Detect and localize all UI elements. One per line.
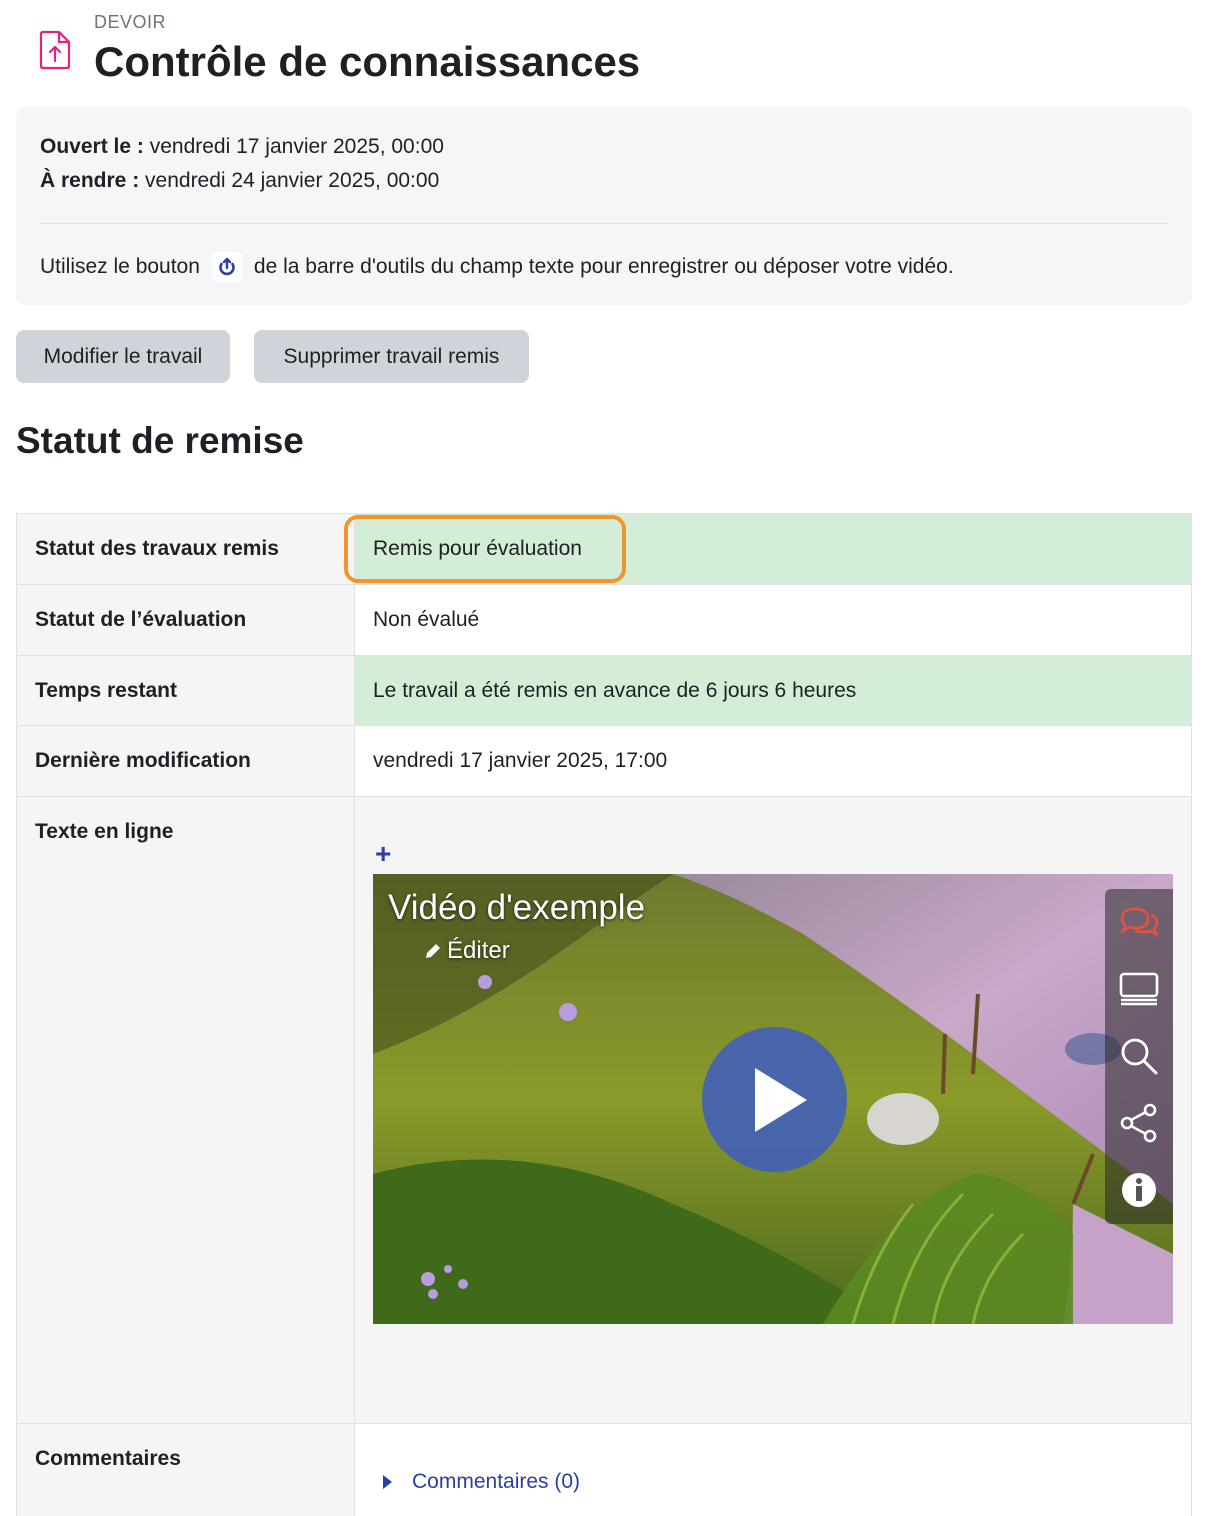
edit-submission-button[interactable]: Modifier le travail bbox=[16, 330, 230, 383]
comments-value: Commentaires (0) bbox=[354, 1423, 1192, 1516]
expand-plus-icon[interactable]: + bbox=[375, 840, 391, 868]
search-icon[interactable] bbox=[1116, 1033, 1162, 1079]
video-edit-link[interactable]: Éditer bbox=[423, 937, 510, 965]
video-player[interactable]: Vidéo d'exemple Éditer bbox=[373, 874, 1173, 1324]
comments-label: Commentaires bbox=[16, 1423, 355, 1516]
table-row: Statut de l’évaluation Non évalué bbox=[16, 584, 1192, 656]
grading-status-value: Non évalué bbox=[354, 584, 1192, 656]
video-title: Vidéo d'exemple bbox=[388, 888, 646, 927]
screen-icon[interactable] bbox=[1116, 966, 1162, 1012]
submission-status-value: Remis pour évaluation bbox=[354, 513, 1192, 585]
activity-dates-box: Ouvert le : vendredi 17 janvier 2025, 00… bbox=[16, 107, 1192, 305]
online-text-label: Texte en ligne bbox=[16, 796, 355, 1424]
play-button[interactable] bbox=[702, 1027, 847, 1172]
share-icon[interactable] bbox=[1116, 1100, 1162, 1146]
opened-date: Ouvert le : vendredi 17 janvier 2025, 00… bbox=[40, 135, 444, 158]
play-icon bbox=[754, 1067, 807, 1132]
due-date: À rendre : vendredi 24 janvier 2025, 00:… bbox=[40, 169, 440, 192]
submission-status-table: Statut des travaux remis Remis pour éval… bbox=[16, 513, 1192, 1516]
activity-type: DEVOIR bbox=[94, 12, 167, 32]
page-header: DEVOIR Contrôle de connaissances bbox=[0, 0, 1213, 100]
file-upload-icon bbox=[39, 30, 71, 70]
online-text-value: + Vidéo d'exemple Éditer bbox=[354, 796, 1192, 1424]
comments-icon[interactable] bbox=[1116, 898, 1162, 944]
divider bbox=[40, 223, 1168, 224]
comments-toggle-link[interactable]: Commentaires (0) bbox=[383, 1470, 580, 1494]
pencil-icon bbox=[426, 944, 440, 958]
table-row: Temps restant Le travail a été remis en … bbox=[16, 655, 1192, 726]
section-title: Statut de remise bbox=[16, 420, 304, 461]
table-row: Commentaires Commentaires (0) bbox=[16, 1423, 1192, 1516]
table-row: Statut des travaux remis Remis pour éval… bbox=[16, 513, 1192, 585]
time-remaining-label: Temps restant bbox=[16, 655, 355, 726]
page-title: Contrôle de connaissances bbox=[94, 38, 641, 85]
grading-status-label: Statut de l’évaluation bbox=[16, 584, 355, 656]
video-sidebar bbox=[1105, 889, 1173, 1224]
last-modified-label: Dernière modification bbox=[16, 725, 355, 797]
table-row: Texte en ligne + Vidéo d'exemple Éditer bbox=[16, 796, 1192, 1424]
instructions: Utilisez le bouton de la barre d'outils … bbox=[40, 252, 954, 282]
table-row: Dernière modification vendredi 17 janvie… bbox=[16, 725, 1192, 797]
record-upload-icon bbox=[211, 252, 242, 282]
submission-status-label: Statut des travaux remis bbox=[16, 513, 355, 585]
info-icon[interactable] bbox=[1116, 1167, 1162, 1213]
remove-submission-button[interactable]: Supprimer travail remis bbox=[254, 330, 529, 383]
time-remaining-value: Le travail a été remis en avance de 6 jo… bbox=[354, 655, 1192, 726]
caret-right-icon bbox=[383, 1475, 392, 1489]
last-modified-value: vendredi 17 janvier 2025, 17:00 bbox=[354, 725, 1192, 797]
